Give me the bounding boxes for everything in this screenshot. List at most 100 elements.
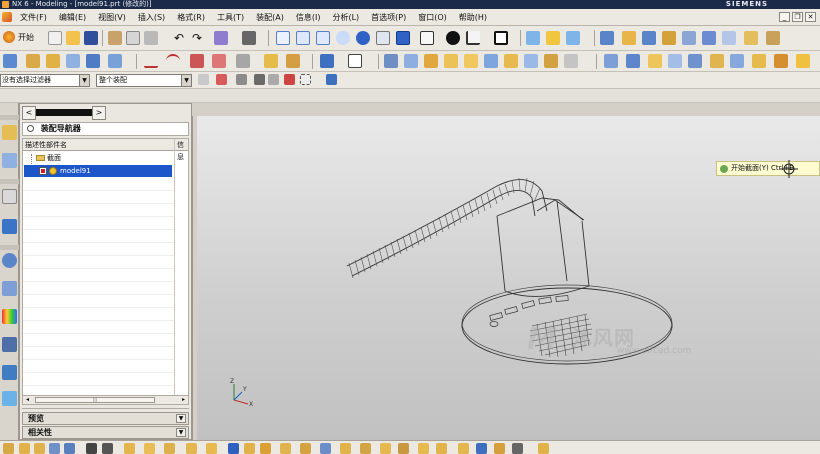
assembly-icon[interactable] xyxy=(3,443,14,454)
move-face-icon[interactable] xyxy=(796,54,810,68)
palette-icon[interactable] xyxy=(2,309,17,324)
curvature-icon[interactable] xyxy=(702,31,716,45)
analysis-icon[interactable] xyxy=(682,31,696,45)
remember-constraints-icon[interactable] xyxy=(144,443,155,454)
tree-row-sections[interactable]: 截面 xyxy=(23,152,188,164)
menu-file[interactable]: 文件(F) xyxy=(14,9,53,26)
constraint-navigator-icon[interactable] xyxy=(2,153,17,168)
arc-icon[interactable] xyxy=(166,54,180,68)
synchronous-icon[interactable] xyxy=(774,54,788,68)
part-navigator-icon[interactable] xyxy=(2,189,17,204)
chevron-down-icon[interactable]: ▼ xyxy=(176,428,186,437)
show-hide-constraints-icon[interactable] xyxy=(124,443,135,454)
navigator-back-button[interactable]: < xyxy=(22,106,36,120)
assembly-constraints-icon[interactable] xyxy=(102,443,113,454)
sew-icon[interactable] xyxy=(688,54,702,68)
zoom-icon[interactable] xyxy=(316,31,330,45)
reuse-library-icon[interactable] xyxy=(2,219,17,234)
layout-icon[interactable] xyxy=(494,31,508,45)
project-curve-icon[interactable] xyxy=(264,54,278,68)
close-button[interactable]: ✕ xyxy=(805,12,816,22)
blend-icon[interactable] xyxy=(384,54,398,68)
exploded-views-icon[interactable] xyxy=(228,443,239,454)
sweep-icon[interactable] xyxy=(66,54,80,68)
unite-icon[interactable] xyxy=(564,54,578,68)
hole-icon[interactable] xyxy=(86,54,100,68)
extension-icon[interactable] xyxy=(752,54,766,68)
chamfer-icon[interactable] xyxy=(404,54,418,68)
n-sided-surface-icon[interactable] xyxy=(668,54,682,68)
deformable-part-icon[interactable] xyxy=(320,443,331,454)
shell-icon[interactable] xyxy=(424,54,438,68)
inferred-curve-icon[interactable] xyxy=(236,74,247,85)
restore-button[interactable]: ❐ xyxy=(792,12,803,22)
tangent-curve-icon[interactable] xyxy=(268,74,279,85)
cut-assembly-icon[interactable] xyxy=(360,443,371,454)
history-icon[interactable] xyxy=(2,253,17,268)
offset-curve-icon[interactable] xyxy=(236,54,250,68)
navigator-horizontal-scrollbar[interactable]: ◂ ||| ▸ xyxy=(22,395,189,405)
trimmed-sheet-icon[interactable] xyxy=(730,54,744,68)
pattern-icon[interactable] xyxy=(524,54,538,68)
thicken-icon[interactable] xyxy=(504,54,518,68)
bridge-curve-icon[interactable] xyxy=(286,54,300,68)
mirror-assembly-icon[interactable] xyxy=(186,443,197,454)
minimize-button[interactable]: _ xyxy=(779,12,790,22)
show-product-outline-icon[interactable] xyxy=(164,443,175,454)
start-button[interactable]: 开始 xyxy=(3,31,34,43)
extrude-icon[interactable] xyxy=(26,54,40,68)
connected-curve-icon[interactable] xyxy=(254,74,265,85)
edit-sections-icon[interactable] xyxy=(436,443,447,454)
studio-surface-icon[interactable] xyxy=(648,54,662,68)
save-assembly-icon[interactable] xyxy=(494,443,505,454)
paste-icon[interactable] xyxy=(144,31,158,45)
open-folder-icon[interactable] xyxy=(66,31,80,45)
dependencies-panel-header[interactable]: 相关性 ▼ xyxy=(22,426,189,439)
wave-geometry-linker-icon[interactable] xyxy=(206,443,217,454)
menu-format[interactable]: 格式(R) xyxy=(171,9,211,26)
tree-row-model[interactable]: model91 xyxy=(24,165,172,177)
scroll-left-icon[interactable]: ◂ xyxy=(23,396,32,404)
interference-icon[interactable] xyxy=(260,443,271,454)
through-curves-icon[interactable] xyxy=(626,54,640,68)
selection-scope-select[interactable]: 整个装配 ▼ xyxy=(96,74,192,87)
visibility-checkbox[interactable] xyxy=(39,167,47,175)
chevron-down-icon[interactable]: ▼ xyxy=(176,414,186,423)
weight-management-icon[interactable] xyxy=(300,443,311,454)
component-array-icon[interactable] xyxy=(49,443,60,454)
scrollbar-thumb[interactable]: ||| xyxy=(35,397,155,403)
selection-icon[interactable] xyxy=(242,31,256,45)
ruler-icon[interactable] xyxy=(766,31,780,45)
replace-component-icon[interactable] xyxy=(64,443,75,454)
redo-icon[interactable]: ↷ xyxy=(190,31,204,45)
assembly-load-options-icon[interactable] xyxy=(476,443,487,454)
roles-icon[interactable] xyxy=(2,365,17,380)
split-body-icon[interactable] xyxy=(484,54,498,68)
magnify-icon[interactable] xyxy=(336,31,350,45)
sequence-icon[interactable] xyxy=(244,443,255,454)
rectangle-select-icon[interactable] xyxy=(300,74,311,85)
copy-icon[interactable] xyxy=(126,31,140,45)
sketch-icon[interactable] xyxy=(3,54,17,68)
menu-edit[interactable]: 编辑(E) xyxy=(53,9,92,26)
view-orientation-icon[interactable] xyxy=(466,31,480,45)
zoom-window-icon[interactable] xyxy=(296,31,310,45)
measure-angle-icon[interactable] xyxy=(622,31,636,45)
select-all-icon[interactable] xyxy=(216,74,227,85)
move-component-icon[interactable] xyxy=(86,443,97,454)
wireframe-view-icon[interactable] xyxy=(420,31,434,45)
menu-assembly[interactable]: 装配(A) xyxy=(250,9,290,26)
add-component-icon[interactable] xyxy=(19,443,30,454)
filter-icon[interactable] xyxy=(512,443,523,454)
web-browser-icon[interactable] xyxy=(2,391,17,406)
surface-icon[interactable] xyxy=(604,54,618,68)
shaded-view-icon[interactable] xyxy=(396,31,410,45)
new-file-icon[interactable] xyxy=(48,31,62,45)
draft-icon[interactable] xyxy=(444,54,458,68)
menu-tools[interactable]: 工具(T) xyxy=(211,9,250,26)
snap-curve-icon[interactable] xyxy=(566,31,580,45)
offset-surface-icon[interactable] xyxy=(710,54,724,68)
measure-area-icon[interactable] xyxy=(662,31,676,45)
column-descriptive-name[interactable]: 描述性部件名 xyxy=(25,139,67,151)
save-icon[interactable] xyxy=(84,31,98,45)
